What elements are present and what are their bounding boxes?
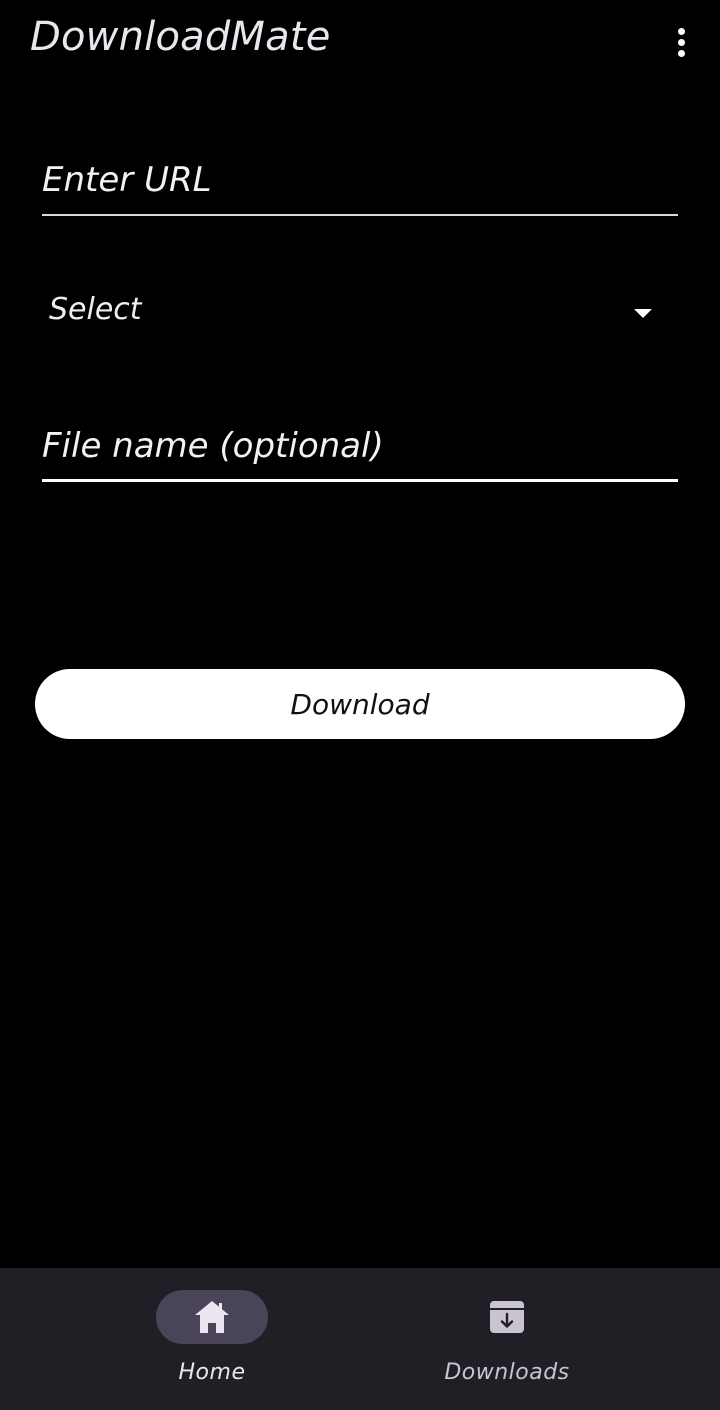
app-title: DownloadMate: [30, 14, 331, 60]
download-button[interactable]: Download: [35, 669, 685, 739]
more-vert-icon: [677, 27, 685, 35]
overflow-menu-button[interactable]: [662, 24, 700, 60]
more-vert-icon: [677, 38, 685, 46]
app-screen: DownloadMate Enter URL Select File name …: [0, 0, 720, 1410]
nav-item-downloads[interactable]: Downloads: [377, 1268, 637, 1410]
type-select-dropdown[interactable]: Select: [42, 280, 678, 344]
filename-input-underline: [42, 479, 678, 482]
home-icon: [195, 1301, 229, 1333]
filename-input[interactable]: File name (optional): [42, 414, 678, 482]
nav-label-home: Home: [178, 1360, 246, 1385]
more-vert-icon: [677, 49, 685, 57]
nav-item-home[interactable]: Home: [82, 1268, 342, 1410]
filename-placeholder: File name (optional): [42, 426, 384, 466]
url-placeholder: Enter URL: [42, 160, 212, 200]
nav-label-downloads: Downloads: [444, 1360, 570, 1385]
url-input-underline: [42, 214, 678, 216]
bottom-navigation: Home Downloads: [0, 1268, 720, 1410]
url-input[interactable]: Enter URL: [42, 150, 678, 216]
arrow-drop-down-icon: [634, 309, 652, 318]
download-box-icon: [490, 1301, 524, 1333]
select-label: Select: [49, 292, 142, 327]
download-button-label: Download: [290, 687, 430, 721]
